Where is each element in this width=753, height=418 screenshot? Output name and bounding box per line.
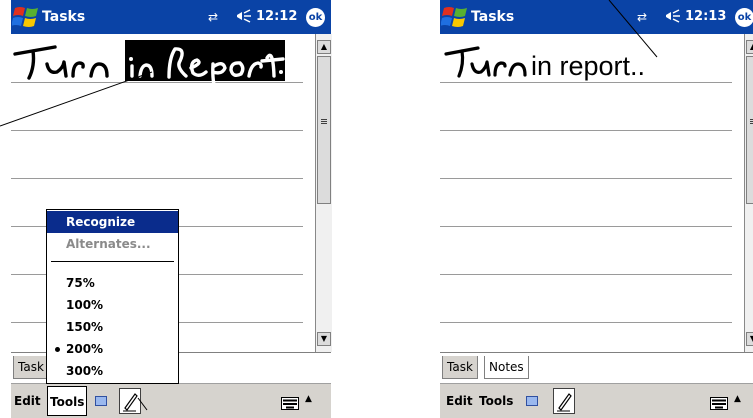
handwritten-ink: [444, 46, 527, 78]
tab-notes[interactable]: Notes: [484, 356, 529, 379]
thumb-grip: [321, 119, 327, 120]
clock[interactable]: 12:13: [685, 9, 726, 24]
pen-button[interactable]: [119, 388, 141, 414]
menu-item-label: 75%: [66, 276, 95, 290]
menu-item-label: 100%: [66, 298, 104, 312]
tab-task[interactable]: Task: [13, 356, 49, 379]
scroll-down-button[interactable]: ▼: [317, 332, 331, 346]
app-title: Tasks: [42, 9, 86, 25]
tools-menu[interactable]: Tools: [47, 386, 88, 416]
title-bar: Tasks ⇄ 12:13 ok: [440, 0, 753, 34]
tab-bar: Task Notes: [440, 352, 753, 383]
ruled-line: [11, 178, 303, 179]
ruled-line: [440, 226, 732, 227]
ink-stroke: [89, 62, 109, 78]
ink-stroke: [508, 62, 527, 77]
menu-bar: Edit Tools ▲: [11, 383, 331, 418]
scroll-down-button[interactable]: ▼: [746, 332, 753, 346]
vertical-scrollbar[interactable]: ▲ ▼: [744, 34, 753, 352]
pocketpc-screen-right: Tasks ⇄ 12:13 ok in report.. Task Notes …: [440, 0, 753, 418]
ink-stroke-selected: [129, 57, 133, 61]
selected-bullet-icon: [55, 347, 60, 352]
pen-button[interactable]: [553, 388, 575, 414]
ink-stroke: [493, 61, 507, 77]
menu-item-label: 150%: [66, 320, 104, 334]
scroll-up-button[interactable]: ▲: [317, 40, 331, 54]
input-selector-arrow[interactable]: ▲: [734, 394, 741, 404]
edit-menu[interactable]: Edit: [446, 394, 473, 408]
ink-stroke: [27, 49, 36, 80]
scroll-thumb[interactable]: [746, 56, 753, 204]
ink-stroke: [71, 61, 85, 78]
scroll-up-button[interactable]: ▲: [746, 40, 753, 54]
speaker-icon[interactable]: [662, 8, 682, 24]
menu-item-recognize[interactable]: Recognize: [47, 211, 178, 233]
thumb-grip: [321, 123, 327, 124]
menu-item-label: 300%: [66, 364, 104, 378]
menu-item-label: Alternates...: [66, 237, 151, 251]
recognize-icon[interactable]: [95, 396, 107, 406]
pen-icon: [557, 393, 572, 412]
pen-icon: [123, 393, 138, 412]
recognize-icon[interactable]: [526, 396, 538, 406]
ink-stroke: [470, 60, 491, 77]
menu-item-zoom-200[interactable]: 200%: [47, 338, 178, 360]
edit-menu[interactable]: Edit: [14, 394, 41, 408]
ruled-line: [440, 178, 732, 179]
ink-stroke: [45, 60, 68, 78]
menu-item-zoom-150[interactable]: 150%: [47, 316, 178, 338]
ok-button[interactable]: ok: [735, 8, 753, 27]
menu-item-zoom-100[interactable]: 100%: [47, 294, 178, 316]
connectivity-icon[interactable]: ⇄: [208, 10, 228, 24]
tools-context-menu: Recognize Alternates... 75% 100% 150% 20…: [46, 209, 179, 384]
scroll-thumb[interactable]: [317, 56, 331, 204]
ruled-line: [11, 130, 303, 131]
tab-task[interactable]: Task: [442, 356, 478, 379]
connectivity-icon[interactable]: ⇄: [637, 10, 657, 24]
thumb-grip: [321, 121, 327, 122]
menu-item-label: Recognize: [66, 215, 136, 229]
ruled-line: [440, 274, 732, 275]
ruled-line: [440, 322, 732, 323]
start-menu-icon[interactable]: [11, 3, 40, 31]
tools-menu[interactable]: Tools: [479, 394, 513, 408]
menu-item-alternates: Alternates...: [47, 233, 178, 255]
recognized-text[interactable]: in report..: [531, 51, 645, 82]
start-menu-icon[interactable]: [440, 3, 469, 31]
title-bar: Tasks ⇄ 12:12 ok: [11, 0, 331, 34]
ok-button[interactable]: ok: [306, 8, 325, 27]
menu-item-zoom-75[interactable]: 75%: [47, 272, 178, 294]
ink-stroke-selected: [279, 70, 283, 74]
ruled-line: [440, 130, 732, 131]
vertical-scrollbar[interactable]: ▲ ▼: [315, 34, 332, 352]
menu-item-label: 200%: [66, 342, 104, 356]
app-title: Tasks: [471, 9, 515, 25]
input-selector-arrow[interactable]: ▲: [305, 394, 312, 404]
notes-writing-area[interactable]: in report..: [440, 34, 743, 352]
pocketpc-screen-left: Tasks ⇄ 12:12 ok ▲ ▼ Task Edit Tools ▲ R…: [11, 0, 332, 418]
speaker-icon[interactable]: [233, 8, 253, 24]
ink-stroke: [457, 49, 465, 78]
ink-stroke: [13, 45, 57, 56]
clock[interactable]: 12:12: [256, 9, 297, 24]
keyboard-icon[interactable]: [281, 395, 299, 410]
menu-item-zoom-300[interactable]: 300%: [47, 360, 178, 382]
handwritten-ink: [13, 40, 285, 93]
keyboard-icon[interactable]: [710, 395, 728, 410]
menu-separator: [51, 261, 174, 262]
menu-bar: Edit Tools ▲: [440, 383, 753, 418]
